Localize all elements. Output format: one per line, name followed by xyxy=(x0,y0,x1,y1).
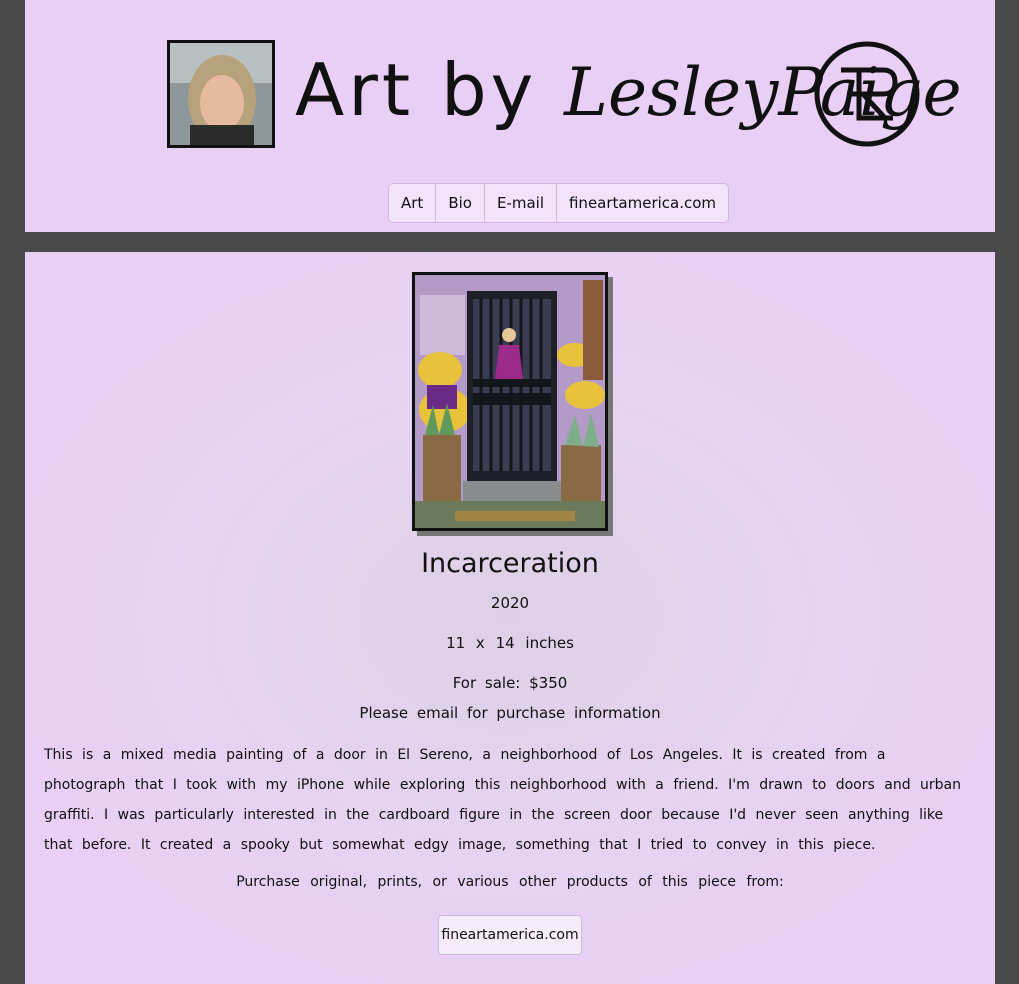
monogram-logo-icon xyxy=(814,41,920,147)
nav-fineartamerica[interactable]: fineartamerica.com xyxy=(557,184,728,222)
artwork-price: For sale: $350 xyxy=(452,674,568,692)
purchase-email-note: Please email for purchase information xyxy=(359,704,661,722)
fineartamerica-button[interactable]: fineartamerica.com xyxy=(438,915,582,955)
nav-bio[interactable]: Bio xyxy=(436,184,485,222)
artwork-title: Incarceration xyxy=(421,548,599,579)
artwork-year: 2020 xyxy=(490,594,530,612)
artwork-description: This is a mixed media painting of a door… xyxy=(44,747,962,853)
logo-prefix: Art by xyxy=(295,48,565,132)
content-panel: Incarceration 2020 11 x 14 inches For sa… xyxy=(25,252,995,984)
nav-email[interactable]: E-mail xyxy=(485,184,557,222)
header-panel: Art by LesleyPaige Art Bio E-mail finear… xyxy=(25,0,995,232)
artwork-size: 11 x 14 inches xyxy=(446,634,574,652)
avatar xyxy=(167,40,275,148)
artwork-image xyxy=(412,272,608,531)
purchase-prompt: Purchase original, prints, or various ot… xyxy=(236,874,784,890)
nav-art[interactable]: Art xyxy=(389,184,437,222)
main-nav: Art Bio E-mail fineartamerica.com xyxy=(388,183,730,223)
